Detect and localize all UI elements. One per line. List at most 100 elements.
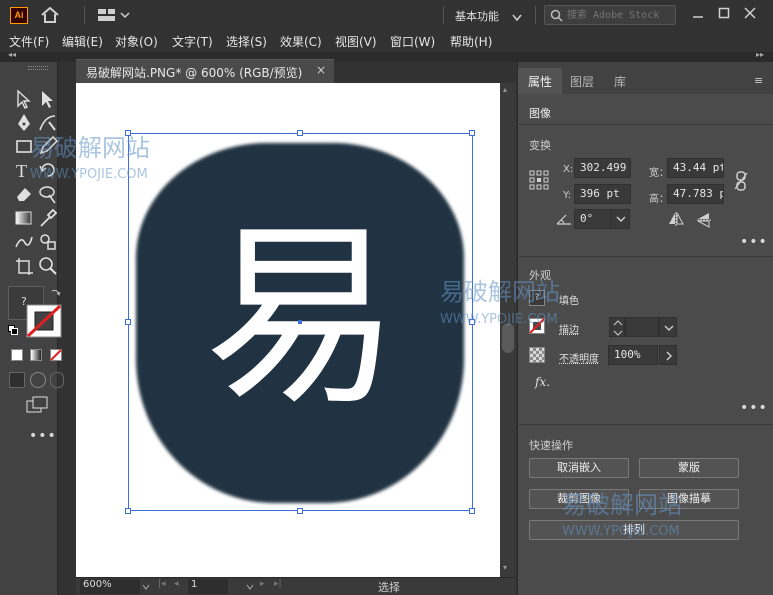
expand-icon[interactable]: ▸▸ — [756, 50, 764, 59]
zoom-field[interactable]: 600% — [80, 579, 140, 594]
zoom-tool-icon[interactable] — [37, 255, 59, 277]
opacity-label[interactable]: 不透明度 — [559, 350, 599, 365]
menu-effect[interactable]: 效果(C) — [280, 33, 322, 50]
current-tool-label: 选择 — [378, 581, 400, 594]
maximize-button[interactable] — [714, 4, 734, 22]
chevron-down-icon[interactable] — [246, 581, 254, 590]
toolbar-grip[interactable] — [28, 66, 48, 70]
previous-artboard-icon[interactable]: ◂ — [174, 579, 179, 589]
stroke-swatch-icon[interactable] — [26, 304, 62, 338]
selection-handle[interactable] — [297, 508, 303, 514]
selection-handle[interactable] — [469, 508, 475, 514]
close-document-icon[interactable]: × — [316, 63, 326, 77]
vertical-scrollbar[interactable]: ▴ ▾ — [500, 83, 516, 577]
selection-handle[interactable] — [297, 130, 303, 136]
flip-vertical-icon[interactable] — [697, 212, 711, 228]
reference-point-icon[interactable] — [529, 170, 549, 190]
draw-normal-icon[interactable] — [9, 372, 25, 388]
gradient-mode-icon[interactable] — [30, 349, 42, 361]
document-tab[interactable]: 易破解网站.PNG* @ 600% (RGB/预览) × — [76, 59, 334, 83]
search-input[interactable] — [567, 8, 673, 22]
tab-layers[interactable]: 图层 — [560, 68, 604, 94]
minimize-button[interactable] — [688, 4, 708, 22]
eraser-tool-icon[interactable] — [13, 183, 35, 205]
mask-button[interactable]: 蒙版 — [639, 458, 739, 478]
object-type-label: 图像 — [529, 107, 551, 120]
unembed-button[interactable]: 取消嵌入 — [529, 458, 629, 478]
illustrator-window: Ai 基本功能 文件(F) 编辑(E) 对象(O) 文字( — [0, 0, 773, 595]
shape-builder-tool-icon[interactable] — [37, 183, 59, 205]
artboard-tool-icon[interactable] — [13, 255, 35, 277]
workspace-switcher[interactable]: 基本功能 — [455, 8, 499, 24]
opacity-slider-button[interactable] — [659, 345, 677, 365]
menu-file[interactable]: 文件(F) — [9, 33, 49, 50]
stroke-weight-stepper[interactable] — [609, 317, 625, 337]
title-bar: Ai 基本功能 — [0, 0, 773, 30]
draw-inside-icon[interactable] — [50, 372, 64, 388]
chevron-down-icon[interactable] — [142, 581, 150, 590]
divider — [443, 6, 444, 24]
tab-libraries[interactable]: 库 — [604, 68, 636, 94]
stroke-label[interactable]: 描边 — [559, 321, 579, 336]
effects-button[interactable]: fx. — [535, 375, 550, 389]
status-bar: 600% |◂ ◂ 1 ▸ ▸| 选择 — [76, 577, 516, 595]
flip-horizontal-icon[interactable] — [668, 212, 684, 226]
menu-edit[interactable]: 编辑(E) — [62, 33, 103, 50]
swap-fill-stroke-icon[interactable] — [51, 288, 61, 298]
menu-type[interactable]: 文字(T) — [172, 33, 213, 50]
edit-toolbar-more-icon[interactable]: ••• — [29, 428, 57, 444]
divider — [518, 256, 773, 257]
x-position-input[interactable]: 302.499 — [574, 158, 631, 178]
home-icon[interactable] — [40, 6, 60, 23]
artboard-number-field[interactable]: 1 — [188, 579, 228, 594]
height-input[interactable]: 47.783 p — [667, 184, 724, 204]
watermark-text: 易破解网站 — [440, 278, 560, 306]
collapse-icon[interactable]: ◂◂ — [8, 50, 16, 59]
draw-behind-icon[interactable] — [30, 372, 46, 388]
scroll-down-icon[interactable]: ▾ — [503, 563, 507, 572]
next-artboard-icon[interactable]: ▸ — [260, 579, 265, 589]
scroll-up-icon[interactable]: ▴ — [503, 85, 507, 94]
stroke-weight-dropdown[interactable] — [659, 317, 677, 337]
width-input[interactable]: 43.44 pt — [667, 158, 724, 178]
x-label: X: — [563, 164, 574, 175]
first-artboard-icon[interactable]: |◂ — [158, 579, 166, 589]
menu-help[interactable]: 帮助(H) — [450, 33, 492, 50]
rotation-dropdown[interactable] — [611, 209, 630, 229]
close-window-button[interactable] — [740, 4, 760, 22]
menu-select[interactable]: 选择(S) — [226, 33, 267, 50]
menu-window[interactable]: 窗口(W) — [390, 33, 435, 50]
screen-mode-icon[interactable] — [26, 396, 50, 414]
arrange-documents-icon[interactable] — [97, 8, 131, 22]
symbol-sprayer-tool-icon[interactable] — [37, 231, 59, 253]
menu-view[interactable]: 视图(V) — [335, 33, 377, 50]
constrain-proportions-icon[interactable] — [734, 171, 748, 191]
selection-handle[interactable] — [469, 130, 475, 136]
selection-handle[interactable] — [125, 319, 131, 325]
selection-tool-icon[interactable] — [13, 88, 35, 110]
menu-object[interactable]: 对象(O) — [115, 33, 158, 50]
watermark-text: WWW.YPOJIE.COM — [440, 312, 558, 327]
eyedropper-tool-icon[interactable] — [37, 207, 59, 229]
stock-search[interactable] — [544, 5, 676, 25]
chevron-down-icon[interactable] — [512, 12, 522, 22]
document-tab-title: 易破解网站.PNG* @ 600% (RGB/预览) — [86, 66, 303, 80]
scrollbar-thumb[interactable] — [502, 323, 514, 353]
divider — [84, 6, 85, 24]
more-appearance-options-icon[interactable]: ••• — [740, 400, 768, 416]
selection-handle[interactable] — [125, 508, 131, 514]
stroke-weight-input[interactable] — [625, 317, 659, 337]
last-artboard-icon[interactable]: ▸| — [274, 579, 282, 589]
more-transform-options-icon[interactable]: ••• — [740, 234, 768, 250]
panel-menu-icon[interactable]: ≡ — [754, 74, 763, 87]
menu-bar: 文件(F) 编辑(E) 对象(O) 文字(T) 选择(S) 效果(C) 视图(V… — [0, 30, 773, 52]
tab-properties[interactable]: 属性 — [518, 68, 563, 94]
y-position-input[interactable]: 396 pt — [574, 184, 631, 204]
gradient-tool-icon[interactable] — [13, 207, 35, 229]
none-mode-icon[interactable] — [50, 349, 62, 361]
opacity-input[interactable]: 100% — [608, 345, 658, 365]
default-fill-stroke-icon[interactable] — [8, 325, 18, 335]
direct-selection-tool-icon[interactable] — [37, 88, 59, 110]
color-mode-icon[interactable] — [11, 349, 23, 361]
puppet-warp-tool-icon[interactable] — [13, 231, 35, 253]
